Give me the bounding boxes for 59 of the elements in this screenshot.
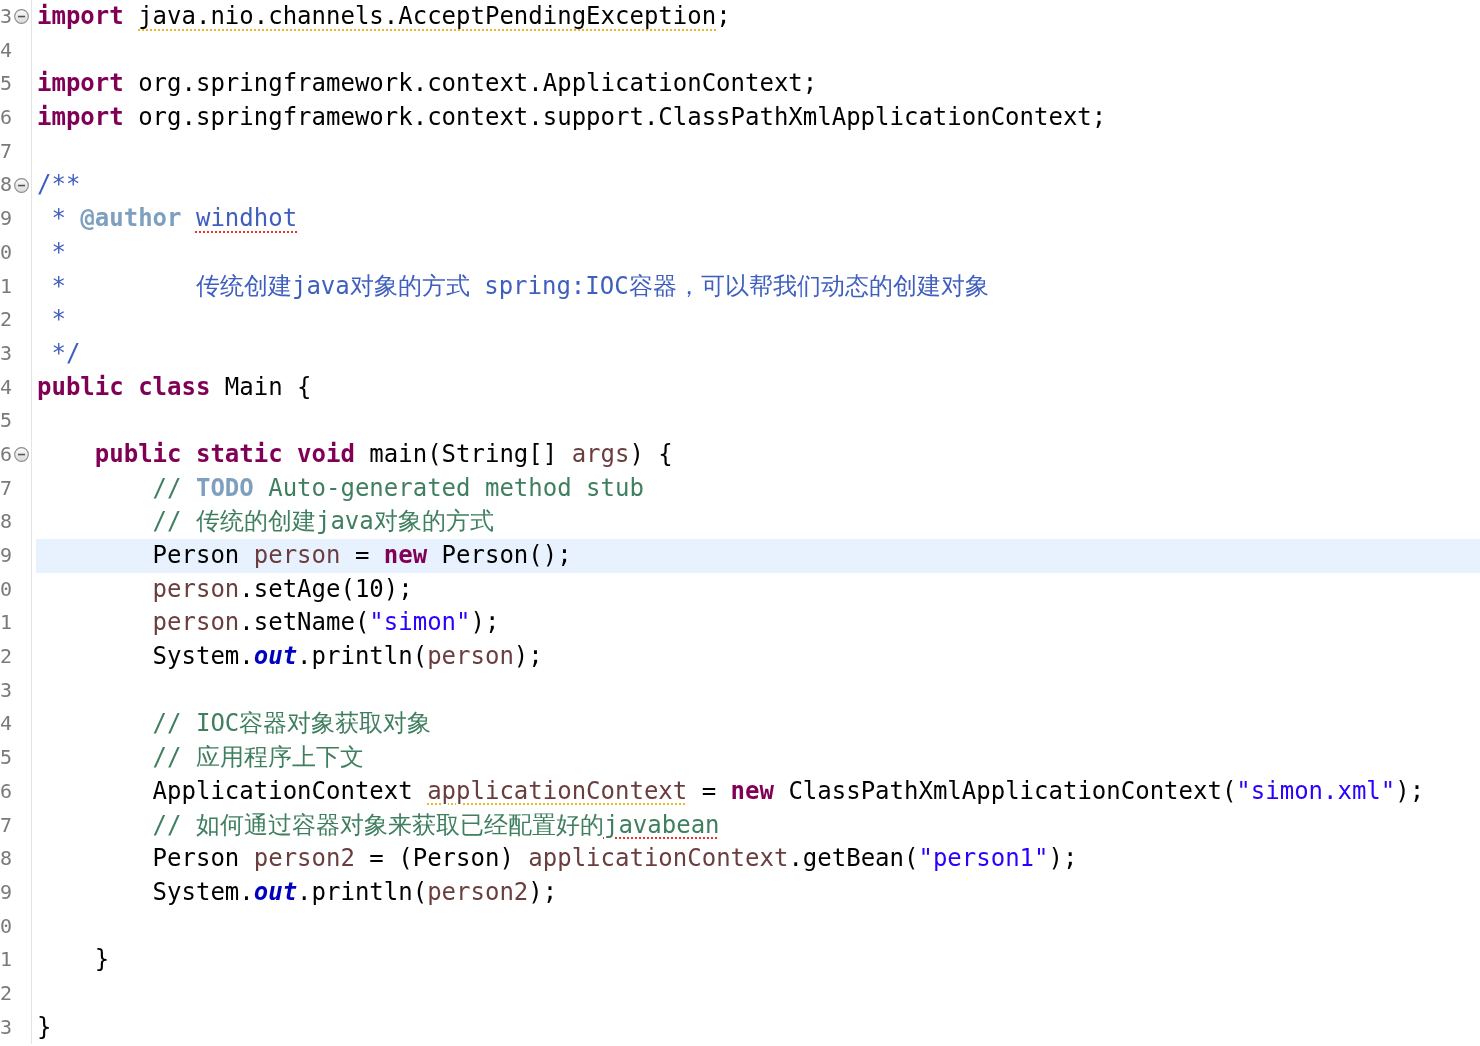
collapse-icon[interactable] (14, 447, 29, 463)
line-number: 1 (0, 946, 12, 974)
line-number: 6 (0, 104, 12, 132)
collapse-icon[interactable] (14, 9, 29, 25)
code-line: public class Main { (37, 372, 312, 401)
line-number: 0 (0, 238, 12, 266)
line-number: 2 (0, 643, 12, 671)
line-number: 2 (0, 979, 12, 1007)
line-number: 6 (0, 440, 12, 468)
code-line: // IOC容器对象获取对象 (152, 709, 432, 738)
collapse-icon[interactable] (14, 177, 29, 193)
code-line: // 传统的创建java对象的方式 (152, 507, 494, 536)
line-number: 8 (0, 171, 12, 199)
code-line: person.setAge(10); (152, 574, 413, 603)
code-line: import org.springframework.context.ApplicationContext; (37, 69, 818, 98)
line-number: 0 (0, 575, 12, 603)
code-line: * 传统创建java对象的方式 spring:IOC容器，可以帮我们动态的创建对象 (51, 271, 989, 300)
code-line: // 应用程序上下文 (152, 743, 364, 772)
code-line: /** (37, 170, 81, 199)
line-number: 3 (0, 1013, 12, 1041)
code-line: } (94, 945, 110, 974)
code-line: System.out.println(person); (152, 642, 543, 671)
line-number: 1 (0, 272, 12, 300)
code-line: Person person2 = (Person) applicationContext.getBean("person1"); (152, 844, 1078, 873)
code-line: import org.springframework.context.support.ClassPathXmlApplicationContext; (37, 103, 1107, 132)
line-number: 0 (0, 912, 12, 940)
line-number: 7 (0, 811, 12, 839)
code-line: person.setName("simon"); (152, 608, 500, 637)
code-line: * (51, 237, 66, 266)
line-number: 9 (0, 542, 12, 569)
line-number: 3 (0, 339, 12, 367)
line-number: 4 (0, 710, 12, 738)
line-number: 8 (0, 845, 12, 873)
code-line: */ (51, 338, 81, 367)
code-line: ApplicationContext applicationContext = new ClassPathXmlApplicationContext("simon.xml"); (152, 776, 1425, 805)
line-number: 2 (0, 306, 12, 334)
line-number: 8 (0, 508, 12, 536)
line-number: 7 (0, 474, 12, 502)
line-number: 9 (0, 878, 12, 906)
line-number: 4 (0, 373, 12, 401)
code-line: System.out.println(person2); (152, 877, 558, 906)
code-line: // 如何通过容器对象来获取已经配置好的javabean (152, 810, 720, 839)
line-number: 6 (0, 777, 12, 805)
line-number: 5 (0, 407, 12, 435)
line-number: 3 (0, 676, 12, 704)
code-line: // TODO Auto-generated method stub (152, 473, 644, 502)
line-number: 1 (0, 609, 12, 637)
code-line: import java.nio.channels.AcceptPendingException; (37, 2, 731, 30)
code-line: * (51, 305, 66, 334)
line-number: 7 (0, 137, 12, 165)
code-line: Person person = new Person(); (152, 541, 572, 569)
line-number: 5 (0, 70, 12, 98)
code-line: public static void main(String[] args) { (94, 439, 673, 468)
line-number: 9 (0, 205, 12, 233)
line-number: 5 (0, 744, 12, 772)
line-number: 4 (0, 36, 12, 64)
line-number: 3 (0, 3, 12, 30)
code-line: * @author windhot (51, 204, 298, 233)
code-line: } (37, 1012, 52, 1041)
